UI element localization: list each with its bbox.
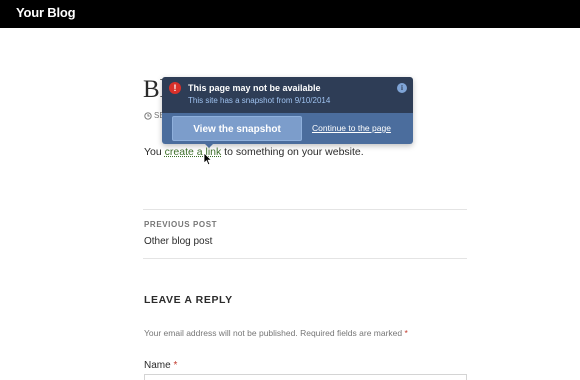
popover-header: ! This page may not be available This si…	[162, 77, 413, 113]
reply-heading: LEAVE A REPLY	[144, 294, 233, 306]
post-body-text: You	[144, 146, 165, 158]
pointer-cursor-icon	[203, 152, 213, 166]
snapshot-popover: ! This page may not be available This si…	[162, 77, 413, 148]
top-bar: Your Blog	[0, 0, 580, 28]
clock-icon	[144, 111, 152, 120]
warning-icon: !	[169, 82, 181, 94]
popover-title: This page may not be available	[188, 83, 321, 93]
name-label-text: Name	[144, 360, 171, 371]
previous-post-link[interactable]: Other blog post	[144, 236, 212, 247]
previous-post-label: PREVIOUS POST	[144, 220, 218, 229]
post-body-text-end: to something on your website.	[221, 146, 364, 158]
continue-to-page-link[interactable]: Continue to the page	[312, 123, 391, 133]
divider	[143, 209, 467, 210]
required-mark: *	[404, 328, 408, 338]
view-snapshot-button[interactable]: View the snapshot	[172, 116, 302, 141]
site-title[interactable]: Your Blog	[16, 5, 76, 20]
popover-subtitle: This site has a snapshot from 9/10/2014	[188, 96, 331, 105]
name-input[interactable]	[144, 374, 467, 380]
divider	[143, 258, 467, 259]
name-required-mark: *	[173, 360, 178, 371]
name-label: Name *	[144, 360, 177, 371]
post-body: You create a link to something on your w…	[144, 146, 364, 158]
reply-note: Your email address will not be published…	[144, 328, 408, 338]
popover-footer: View the snapshot Continue to the page	[162, 113, 413, 144]
popover-arrow	[204, 143, 214, 148]
info-icon[interactable]: i	[397, 83, 407, 93]
reply-note-text: Your email address will not be published…	[144, 328, 403, 338]
